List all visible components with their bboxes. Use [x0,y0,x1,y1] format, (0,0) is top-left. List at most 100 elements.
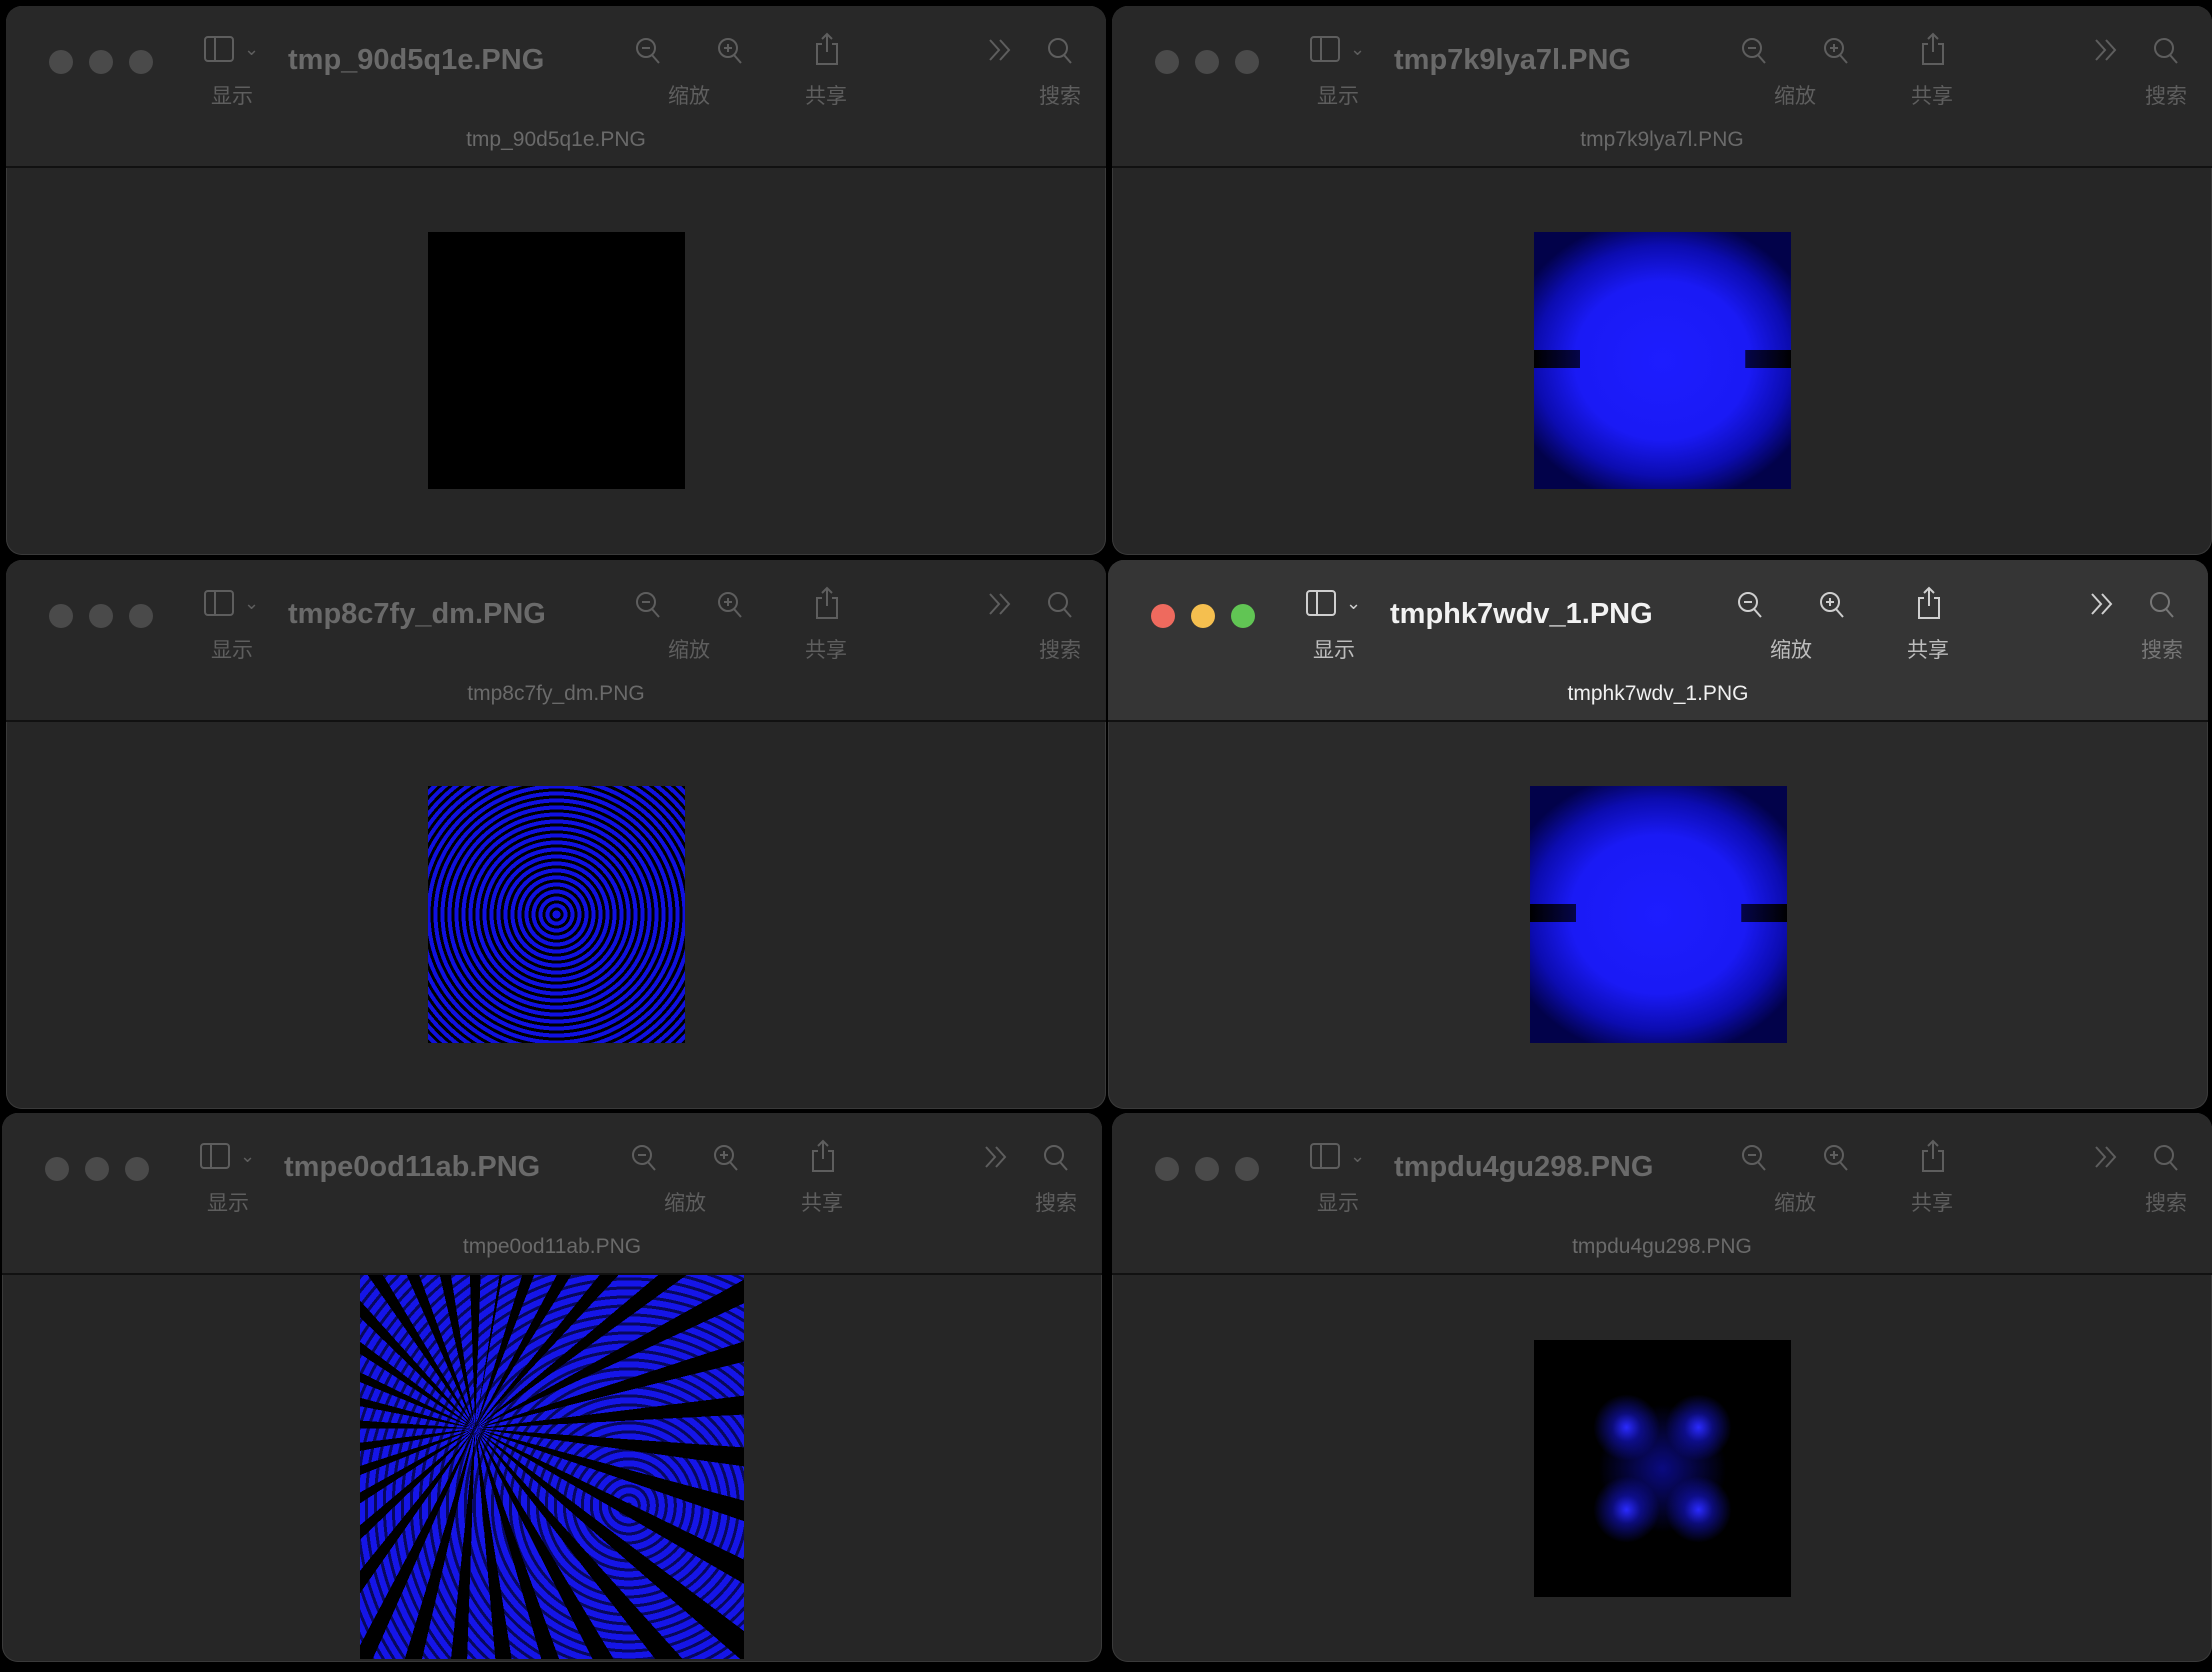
zoom-out-icon[interactable] [630,1143,658,1177]
minimize-button[interactable] [89,50,113,74]
more-chevrons-icon[interactable] [2092,1143,2120,1175]
window-toolbar: ⌄ 显示 tmp8c7fy_dm.PNG 缩放 共享 搜索 tmp8c7fy_d… [6,560,1106,722]
minimize-button[interactable] [85,1157,109,1181]
preview-window[interactable]: ⌄ 显示 tmp_90d5q1e.PNG 缩放 共享 搜索 tmp_90d5q1… [6,6,1106,555]
search-icon[interactable] [2148,590,2176,624]
zoom-label: 缩放 [668,85,710,108]
image-preview [1534,1340,1791,1597]
search-label: 搜索 [1039,639,1081,662]
search-label: 搜索 [1035,1192,1077,1215]
close-button[interactable] [45,1157,69,1181]
more-chevrons-icon[interactable] [986,590,1014,622]
share-icon[interactable] [810,1139,836,1177]
zoom-in-icon[interactable] [716,36,744,70]
chevron-down-icon[interactable]: ⌄ [244,40,259,58]
sidebar-icon[interactable] [1310,1143,1340,1173]
share-icon[interactable] [1920,32,1946,70]
close-button[interactable] [1155,50,1179,74]
zoom-out-icon[interactable] [1740,1143,1768,1177]
search-icon[interactable] [1042,1143,1070,1177]
window-title: tmphk7wdv_1.PNG [1390,598,1653,630]
fullscreen-button[interactable] [1231,604,1255,628]
zoom-out-icon[interactable] [634,36,662,70]
zoom-out-icon[interactable] [1736,590,1764,624]
search-label: 搜索 [2141,639,2183,662]
zoom-in-icon[interactable] [716,590,744,624]
chevron-down-icon[interactable]: ⌄ [1350,40,1365,58]
fullscreen-button[interactable] [129,50,153,74]
close-button[interactable] [49,50,73,74]
view-label: 显示 [207,1192,249,1215]
fullscreen-button[interactable] [125,1157,149,1181]
more-chevrons-icon[interactable] [2088,590,2116,622]
minimize-button[interactable] [89,604,113,628]
view-label: 显示 [1317,1192,1359,1215]
share-label: 共享 [801,1192,843,1215]
view-label: 显示 [211,85,253,108]
zoom-out-icon[interactable] [634,590,662,624]
zoom-label: 缩放 [1770,639,1812,662]
share-icon[interactable] [814,586,840,624]
zoom-out-icon[interactable] [1740,36,1768,70]
share-label: 共享 [1911,85,1953,108]
minimize-button[interactable] [1195,50,1219,74]
window-subtitle: tmpdu4gu298.PNG [1572,1235,1752,1258]
share-label: 共享 [1911,1192,1953,1215]
chevron-down-icon[interactable]: ⌄ [1350,1147,1365,1165]
more-chevrons-icon[interactable] [982,1143,1010,1175]
preview-window[interactable]: ⌄ 显示 tmphk7wdv_1.PNG 缩放 共享 搜索 tmphk7wdv_… [1108,560,2208,1109]
zoom-label: 缩放 [668,639,710,662]
search-icon[interactable] [1046,36,1074,70]
close-button[interactable] [49,604,73,628]
sidebar-icon[interactable] [200,1143,230,1173]
image-preview [428,786,685,1043]
minimize-button[interactable] [1195,1157,1219,1181]
window-subtitle: tmp7k9lya7l.PNG [1580,128,1744,151]
search-icon[interactable] [2152,36,2180,70]
view-label: 显示 [1317,85,1359,108]
zoom-in-icon[interactable] [712,1143,740,1177]
close-button[interactable] [1155,1157,1179,1181]
search-label: 搜索 [1039,85,1081,108]
chevron-down-icon[interactable]: ⌄ [244,594,259,612]
share-icon[interactable] [814,32,840,70]
chevron-down-icon[interactable]: ⌄ [1346,594,1361,612]
zoom-label: 缩放 [664,1192,706,1215]
sidebar-icon[interactable] [204,36,234,66]
minimize-button[interactable] [1191,604,1215,628]
view-label: 显示 [1313,639,1355,662]
fullscreen-button[interactable] [1235,50,1259,74]
zoom-in-icon[interactable] [1818,590,1846,624]
window-toolbar: ⌄ 显示 tmp7k9lya7l.PNG 缩放 共享 搜索 tmp7k9lya7… [1112,6,2212,168]
view-label: 显示 [211,639,253,662]
sidebar-icon[interactable] [1310,36,1340,66]
more-chevrons-icon[interactable] [986,36,1014,68]
preview-window[interactable]: ⌄ 显示 tmp8c7fy_dm.PNG 缩放 共享 搜索 tmp8c7fy_d… [6,560,1106,1109]
zoom-in-icon[interactable] [1822,1143,1850,1177]
search-icon[interactable] [2152,1143,2180,1177]
window-subtitle: tmp8c7fy_dm.PNG [467,682,645,705]
window-title: tmp_90d5q1e.PNG [288,44,545,76]
chevron-down-icon[interactable]: ⌄ [240,1147,255,1165]
fullscreen-button[interactable] [129,604,153,628]
preview-window[interactable]: ⌄ 显示 tmpe0od11ab.PNG 缩放 共享 搜索 tmpe0od11a… [2,1113,1102,1662]
fullscreen-button[interactable] [1235,1157,1259,1181]
image-preview [360,1275,744,1659]
sidebar-icon[interactable] [204,590,234,620]
more-chevrons-icon[interactable] [2092,36,2120,68]
close-button[interactable] [1151,604,1175,628]
preview-window[interactable]: ⌄ 显示 tmp7k9lya7l.PNG 缩放 共享 搜索 tmp7k9lya7… [1112,6,2212,555]
share-icon[interactable] [1920,1139,1946,1177]
window-toolbar: ⌄ 显示 tmpe0od11ab.PNG 缩放 共享 搜索 tmpe0od11a… [2,1113,1102,1275]
preview-window[interactable]: ⌄ 显示 tmpdu4gu298.PNG 缩放 共享 搜索 tmpdu4gu29… [1112,1113,2212,1662]
zoom-label: 缩放 [1774,85,1816,108]
window-title: tmpe0od11ab.PNG [284,1151,541,1183]
image-preview [428,232,685,489]
zoom-in-icon[interactable] [1822,36,1850,70]
share-icon[interactable] [1916,586,1942,624]
sidebar-icon[interactable] [1306,590,1336,620]
window-toolbar: ⌄ 显示 tmpdu4gu298.PNG 缩放 共享 搜索 tmpdu4gu29… [1112,1113,2212,1275]
search-label: 搜索 [2145,85,2187,108]
search-icon[interactable] [1046,590,1074,624]
image-preview [1530,786,1787,1043]
